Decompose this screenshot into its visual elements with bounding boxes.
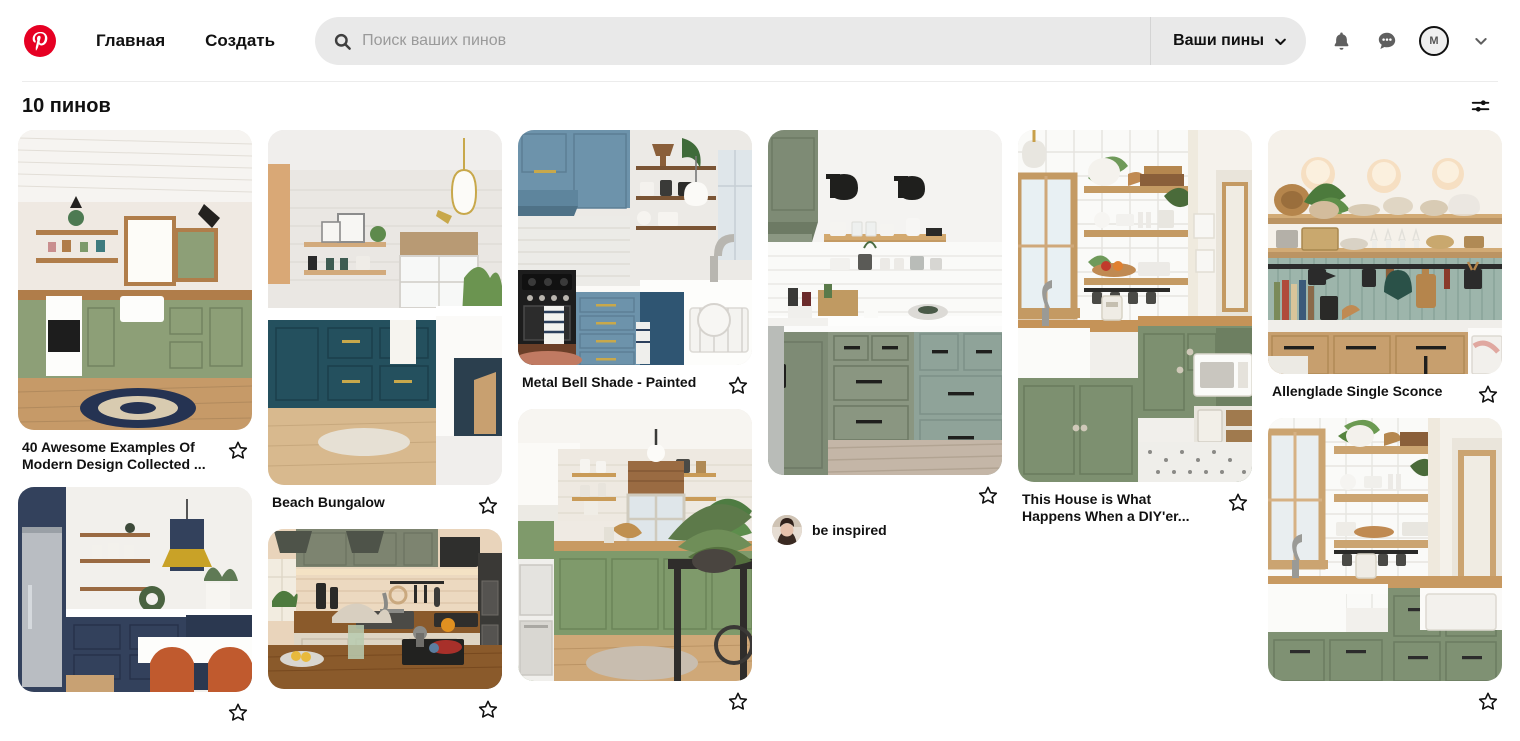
header-actions: М (1320, 19, 1502, 63)
pin-image[interactable] (1268, 130, 1502, 374)
pin-title: Beach Bungalow (272, 494, 385, 510)
pin-meta: This House is What Happens When a DIY'er… (1018, 482, 1252, 525)
pin-card[interactable]: Metal Bell Shade - Painted (518, 130, 752, 395)
pin-meta: 40 Awesome Examples Of Modern Design Col… (18, 430, 252, 473)
chevron-down-icon (1473, 33, 1489, 49)
header-divider (22, 81, 1498, 82)
pin-column: This House is What Happens When a DIY'er… (1018, 130, 1252, 525)
avatar: М (1419, 26, 1449, 56)
pin-meta (1268, 681, 1502, 711)
pin-image[interactable] (268, 529, 502, 689)
chevron-down-icon (1273, 34, 1288, 49)
pin-grid: 40 Awesome Examples Of Modern Design Col… (0, 130, 1520, 741)
search-input[interactable] (362, 17, 1151, 65)
pin-card[interactable]: Allenglade Single Sconce (1268, 130, 1502, 404)
pin-column: Metal Bell Shade - Painted (518, 130, 752, 711)
star-icon[interactable] (228, 702, 248, 722)
filter-button[interactable] (1464, 89, 1498, 123)
pin-card[interactable]: be inspired (768, 130, 1002, 545)
star-icon[interactable] (1478, 691, 1498, 711)
star-icon[interactable] (228, 440, 248, 460)
pin-meta (268, 689, 502, 719)
board-toolbar: 10 пинов (0, 82, 1520, 130)
pin-card[interactable] (18, 486, 252, 722)
pin-title: This House is What Happens When a DIY'er… (1022, 491, 1190, 524)
pin-card[interactable]: This House is What Happens When a DIY'er… (1018, 130, 1252, 525)
avatar-initial: М (1429, 35, 1439, 47)
star-icon[interactable] (728, 691, 748, 711)
your-pins-label: Ваши пины (1173, 32, 1264, 49)
pin-card[interactable]: 40 Awesome Examples Of Modern Design Col… (18, 130, 252, 473)
account-menu-button[interactable] (1460, 20, 1502, 62)
pin-image[interactable] (18, 130, 252, 430)
pin-column: Beach Bungalow (268, 130, 502, 719)
pin-image[interactable] (1268, 418, 1502, 681)
notifications-button[interactable] (1320, 20, 1362, 62)
star-icon[interactable] (478, 495, 498, 515)
pin-image[interactable] (268, 130, 502, 485)
pin-card[interactable] (518, 409, 752, 711)
star-icon[interactable] (1228, 492, 1248, 512)
bell-icon (1330, 30, 1353, 53)
avatar (772, 515, 802, 545)
pin-card[interactable]: Beach Bungalow (268, 130, 502, 515)
star-icon[interactable] (478, 699, 498, 719)
pin-title: Allenglade Single Sconce (1272, 383, 1443, 399)
pin-title: Metal Bell Shade - Painted (522, 374, 697, 390)
nav-create[interactable]: Создать (189, 20, 291, 62)
pin-card[interactable] (1268, 418, 1502, 711)
sliders-filter-icon (1470, 95, 1492, 117)
pin-column: 40 Awesome Examples Of Modern Design Col… (18, 130, 252, 722)
star-icon[interactable] (728, 375, 748, 395)
pin-author-name: be inspired (812, 522, 887, 538)
pin-card[interactable] (268, 529, 502, 719)
pin-meta: Allenglade Single Sconce (1268, 374, 1502, 404)
pin-meta (18, 692, 252, 722)
pin-image[interactable] (518, 409, 752, 681)
pinterest-logo-icon[interactable] (22, 23, 58, 59)
pin-image[interactable] (768, 130, 1002, 475)
chat-bubble-icon (1375, 29, 1399, 53)
star-icon[interactable] (1478, 384, 1498, 404)
pin-column: Allenglade Single Sconce (1268, 130, 1502, 711)
pin-meta: Metal Bell Shade - Painted (518, 365, 752, 395)
pin-column: be inspired (768, 130, 1002, 545)
pin-meta (768, 475, 1002, 505)
pin-author[interactable]: be inspired (768, 505, 1002, 545)
app-header: Главная Создать Ваши пины (0, 0, 1520, 82)
pin-image[interactable] (518, 130, 752, 365)
pin-meta: Beach Bungalow (268, 485, 502, 515)
pin-image[interactable] (1018, 130, 1252, 482)
pin-count-label: 10 пинов (22, 94, 111, 117)
pin-meta (518, 681, 752, 711)
pin-title: 40 Awesome Examples Of Modern Design Col… (22, 439, 206, 472)
pin-image[interactable] (18, 486, 252, 692)
account-avatar-button[interactable]: М (1412, 19, 1456, 63)
star-icon[interactable] (978, 485, 998, 505)
nav-home[interactable]: Главная (80, 20, 181, 62)
search-bar[interactable]: Ваши пины (315, 17, 1306, 65)
search-icon (333, 32, 352, 51)
your-pins-dropdown[interactable]: Ваши пины (1150, 17, 1306, 65)
messages-button[interactable] (1366, 20, 1408, 62)
